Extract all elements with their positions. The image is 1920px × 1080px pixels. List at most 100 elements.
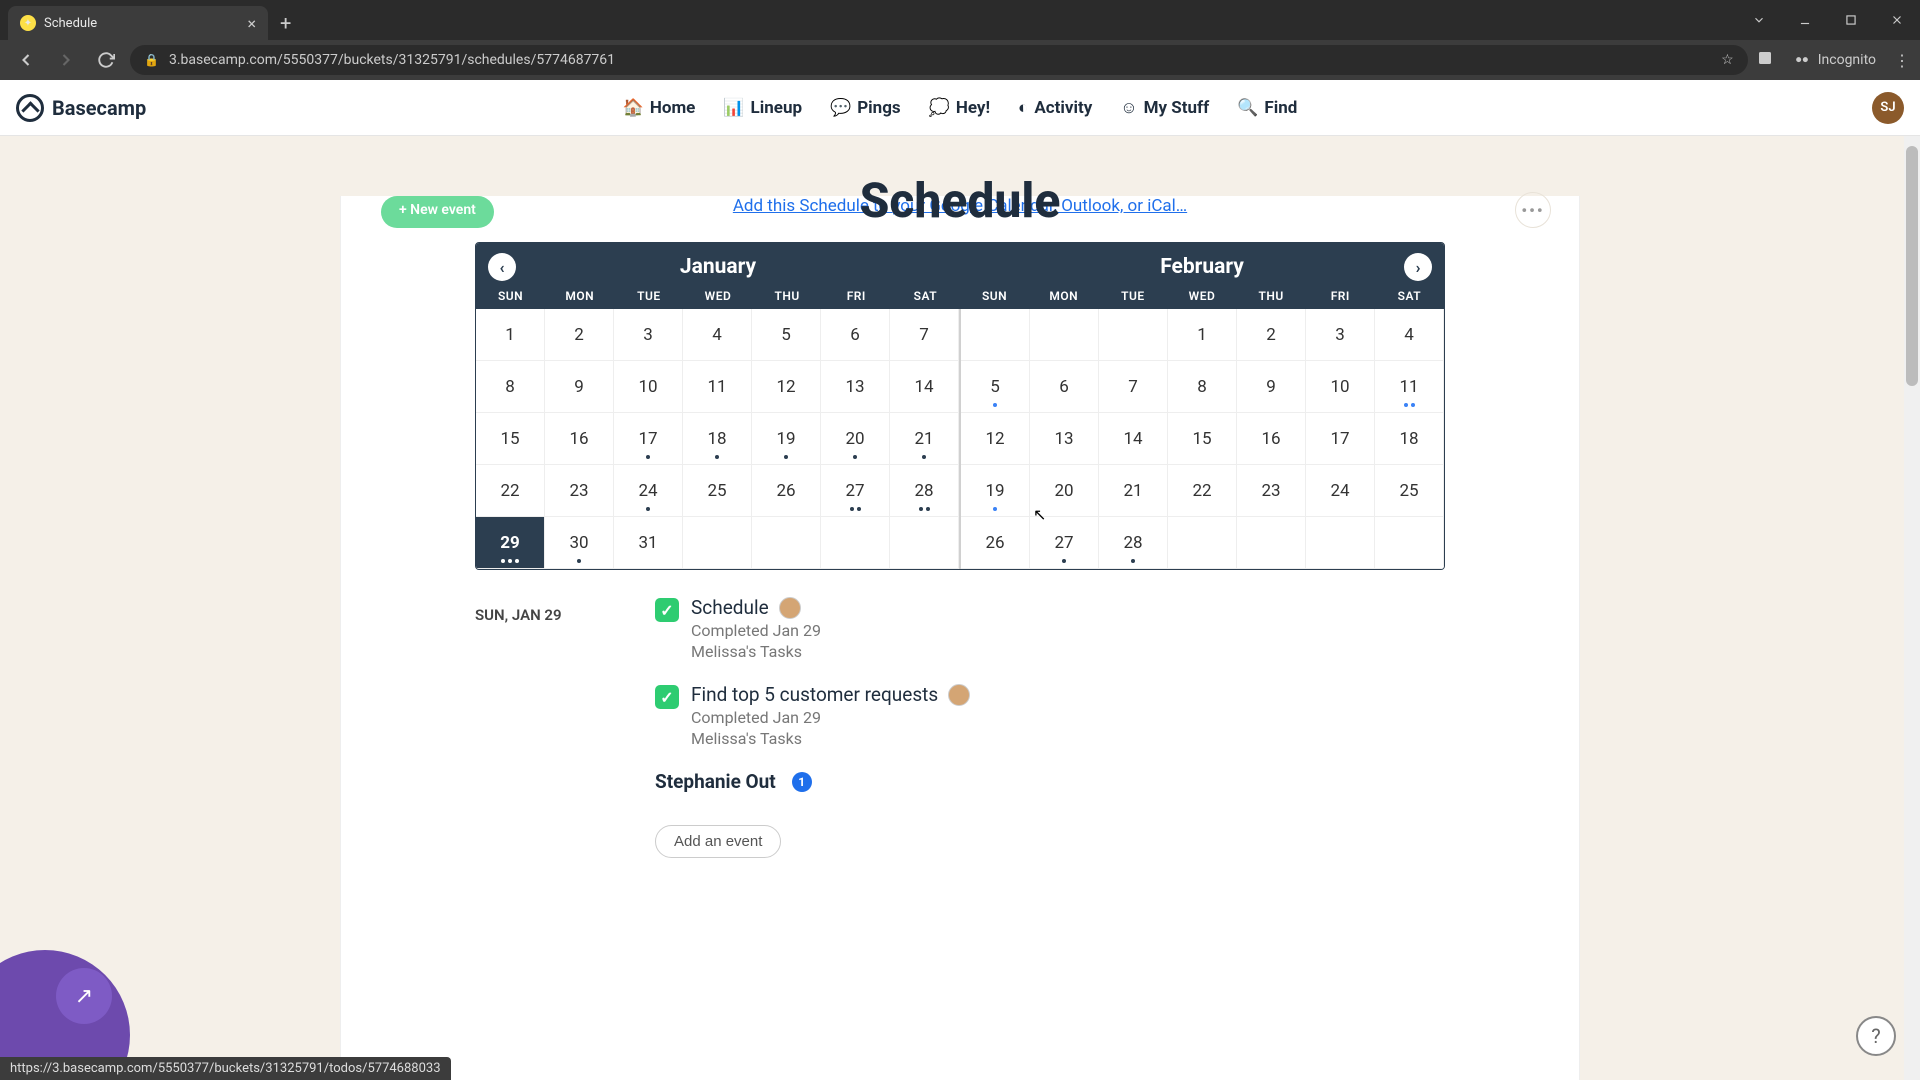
calendar-day[interactable]: 11 [1375,361,1444,413]
agenda-item[interactable]: ✓ScheduleCompleted Jan 29Melissa's Tasks [655,596,1445,661]
address-bar[interactable]: 🔒 3.basecamp.com/5550377/buckets/3132579… [130,45,1748,75]
calendar-day[interactable]: 16 [545,413,614,465]
agenda-item[interactable]: ✓Find top 5 customer requestsCompleted J… [655,683,1445,748]
calendar-day[interactable]: 22 [476,465,545,517]
calendar-day[interactable]: 3 [1306,309,1375,361]
calendar-day[interactable]: 1 [1168,309,1237,361]
calendar-day[interactable]: 15 [476,413,545,465]
window-close-icon[interactable] [1874,0,1920,40]
calendar-day[interactable]: 2 [545,309,614,361]
calendar-day[interactable]: 12 [752,361,821,413]
calendar-day[interactable]: 22 [1168,465,1237,517]
calendar-day[interactable]: 27 [1030,517,1099,569]
scrollbar-track[interactable] [1904,136,1920,1080]
calendar-day[interactable]: 21 [890,413,959,465]
user-avatar[interactable]: SJ [1872,92,1904,124]
bookmark-star-icon[interactable]: ☆ [1721,52,1734,68]
calendar-day[interactable]: 25 [683,465,752,517]
browser-menu-icon[interactable]: ⋮ [1894,51,1910,70]
calendar-day[interactable]: 20 [821,413,890,465]
calendar-day[interactable]: 26 [752,465,821,517]
calendar-day[interactable]: 7 [1099,361,1168,413]
tabs-dropdown-icon[interactable] [1736,0,1782,40]
nav-mystuff[interactable]: ☺My Stuff [1120,98,1209,118]
agenda-item-completed: Completed Jan 29 [691,621,821,640]
calendar-day[interactable]: 1 [476,309,545,361]
calendar-day[interactable]: 5 [961,361,1030,413]
incognito-badge[interactable]: Incognito [1782,44,1886,76]
calendar-day[interactable]: 6 [821,309,890,361]
calendar-day[interactable]: 28 [1099,517,1168,569]
calendar-day[interactable]: 18 [683,413,752,465]
calendar-day[interactable]: 7 [890,309,959,361]
tab-close-icon[interactable]: × [247,14,256,33]
calendar-next-button[interactable]: › [1404,253,1432,281]
card-menu-button[interactable]: ••• [1515,192,1551,228]
calendar-day[interactable]: 21 [1099,465,1168,517]
window-minimize-icon[interactable] [1782,0,1828,40]
calendar-day[interactable]: 9 [1237,361,1306,413]
calendar-day[interactable]: 8 [476,361,545,413]
calendar-day[interactable]: 23 [1237,465,1306,517]
nav-lineup[interactable]: 📊Lineup [723,98,802,118]
calendar-day[interactable]: 25 [1375,465,1444,517]
calendar-day[interactable]: 3 [614,309,683,361]
calendar-day[interactable]: 4 [1375,309,1444,361]
calendar-day[interactable]: 4 [683,309,752,361]
calendar-day[interactable]: 24 [1306,465,1375,517]
calendar-day[interactable]: 31 [614,517,683,569]
calendar-day[interactable]: 2 [1237,309,1306,361]
calendar-day[interactable]: 14 [1099,413,1168,465]
calendar-day[interactable]: 28 [890,465,959,517]
calendar-day[interactable]: 10 [614,361,683,413]
calendar-day[interactable]: 17 [1306,413,1375,465]
calendar-day[interactable]: 13 [821,361,890,413]
calendar-prev-button[interactable]: ‹ [488,253,516,281]
calendar-day[interactable]: 30 [545,517,614,569]
calendar-day[interactable]: 14 [890,361,959,413]
add-event-button[interactable]: Add an event [655,825,781,858]
checkbox-checked-icon[interactable]: ✓ [655,598,679,622]
calendar-day[interactable]: 24 [614,465,683,517]
nav-hey[interactable]: 💭Hey! [929,98,990,118]
new-tab-button[interactable]: + [268,6,303,40]
nav-activity[interactable]: ◐Activity [1018,98,1092,118]
agenda-item[interactable]: Stephanie Out1 [655,770,1445,793]
calendar-day[interactable]: 29 [476,517,545,569]
browser-tab[interactable]: ✦ Schedule × [8,6,268,40]
calendar-day[interactable]: 10 [1306,361,1375,413]
calendar-day[interactable]: 6 [1030,361,1099,413]
extension-icon[interactable] [1756,49,1774,71]
calendar-day[interactable]: 20 [1030,465,1099,517]
calendar-day[interactable]: 18 [1375,413,1444,465]
window-maximize-icon[interactable] [1828,0,1874,40]
calendar-day[interactable]: 15 [1168,413,1237,465]
scrollbar-thumb[interactable] [1906,146,1918,386]
nav-home[interactable]: 🏠Home [623,98,696,118]
forward-button[interactable] [50,44,82,76]
back-button[interactable] [10,44,42,76]
calendar-day[interactable]: 17 [614,413,683,465]
calendar-day[interactable]: 16 [1237,413,1306,465]
calendar-day[interactable]: 12 [961,413,1030,465]
calendar-dow-label: WED [1167,285,1236,309]
calendar-day[interactable]: 8 [1168,361,1237,413]
calendar-day[interactable]: 27 [821,465,890,517]
reload-button[interactable] [90,44,122,76]
calendar-day[interactable]: 23 [545,465,614,517]
calendar-day[interactable]: 13 [1030,413,1099,465]
calendar-day[interactable]: 19 [752,413,821,465]
checkbox-checked-icon[interactable]: ✓ [655,685,679,709]
nav-find[interactable]: 🔍Find [1237,98,1297,118]
calendar-day[interactable]: 9 [545,361,614,413]
calendar-day-empty [752,517,821,569]
calendar-day[interactable]: 26 [961,517,1030,569]
calendar-day[interactable]: 5 [752,309,821,361]
calendar-day[interactable]: 19 [961,465,1030,517]
new-event-button[interactable]: + New event [381,196,494,228]
logo[interactable]: Basecamp [16,94,146,122]
agenda-item-title: Find top 5 customer requests [691,683,938,706]
help-fab-button[interactable]: ? [1856,1016,1896,1056]
nav-pings[interactable]: 💬Pings [830,98,901,118]
calendar-day[interactable]: 11 [683,361,752,413]
